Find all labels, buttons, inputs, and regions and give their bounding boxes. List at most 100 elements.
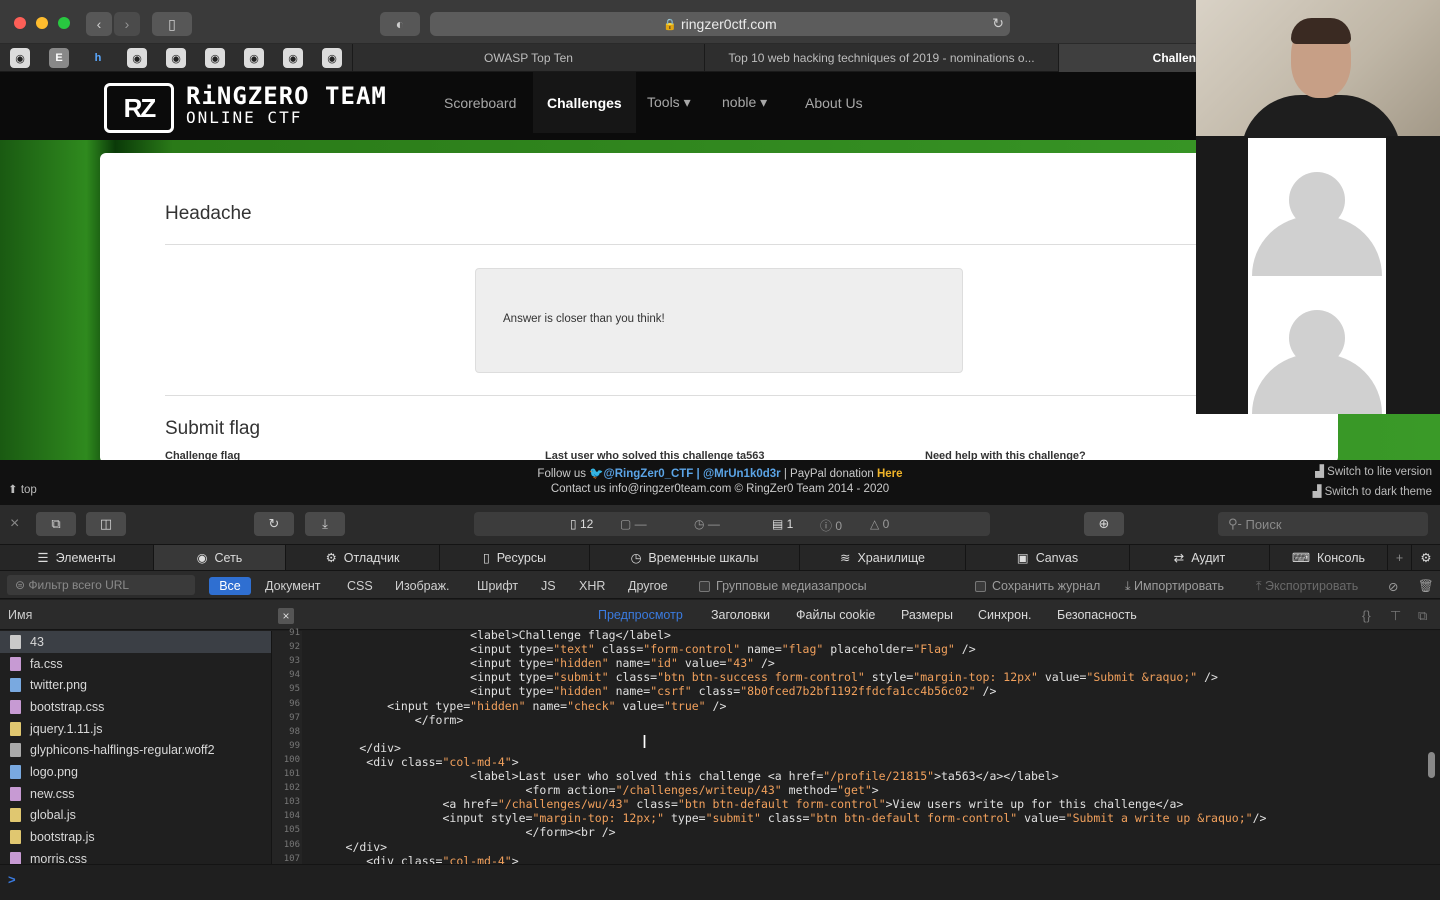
image-file-icon — [10, 678, 21, 693]
request-row[interactable]: 43 — [0, 631, 271, 653]
request-row[interactable]: bootstrap.css — [0, 696, 271, 718]
e-icon[interactable]: E — [49, 48, 69, 68]
braces-icon[interactable]: {} — [1362, 608, 1371, 623]
tab-preview[interactable]: Предпросмотр — [598, 608, 683, 622]
tab-headers[interactable]: Заголовки — [711, 608, 770, 622]
filter-xhr[interactable]: XHR — [573, 577, 611, 595]
tab-audit[interactable]: ⇄ Аудит — [1130, 545, 1270, 570]
split-button[interactable]: ◫ — [86, 512, 126, 536]
preview-scrollbar[interactable] — [1428, 752, 1435, 778]
code-text: <div class="col-md-4"> — [304, 853, 519, 864]
reload-page-button[interactable]: ↻ — [254, 512, 294, 536]
tab-debugger[interactable]: ⚙ Отладчик — [286, 545, 440, 570]
tab-challenges[interactable]: Challen — [1058, 44, 1196, 72]
tab-security[interactable]: Безопасность — [1057, 608, 1137, 622]
request-row[interactable]: fa.css — [0, 653, 271, 675]
crosshair-icon: ⊕ — [1098, 516, 1110, 531]
nav-user[interactable]: noble ▾ — [708, 72, 781, 133]
keep-log-checkbox[interactable]: Сохранить журнал — [975, 577, 1100, 595]
code-text: <input type="text" class="form-control" … — [304, 642, 976, 657]
console-input[interactable] — [0, 864, 1440, 900]
filter-all[interactable]: Все — [209, 577, 251, 595]
download-button[interactable]: ⤓ — [305, 512, 345, 536]
chevron-left-icon: ‹ — [96, 16, 102, 32]
tab-timelines[interactable]: ◷ Временные шкалы — [590, 545, 800, 570]
nav-scoreboard[interactable]: Scoreboard — [430, 72, 530, 133]
code-line: 96 <input type="hidden" name="check" val… — [272, 699, 1428, 713]
lite-version-link[interactable]: ▟ Switch to lite version — [1315, 464, 1432, 478]
request-row[interactable]: morris.css — [0, 848, 271, 864]
tab-timing[interactable]: Синхрон. — [978, 608, 1031, 622]
dark-theme-link[interactable]: ▟ Switch to dark theme — [1313, 484, 1432, 498]
request-row[interactable]: glyphicons-halflings-regular.woff2 — [0, 739, 271, 761]
address-bar[interactable]: 🔒 ringzer0ctf.com ↻ — [430, 12, 1010, 36]
filter-js[interactable]: JS — [535, 577, 562, 595]
sidebar-toggle-button[interactable]: ▯ — [152, 12, 192, 36]
minimize-window-button[interactable] — [36, 17, 48, 29]
filter-css[interactable]: CSS — [341, 577, 379, 595]
tab-sizes[interactable]: Размеры — [901, 608, 953, 622]
github-icon[interactable]: ◉ — [244, 48, 264, 68]
tab-web-hacking[interactable]: Top 10 web hacking techniques of 2019 - … — [704, 44, 1058, 72]
tab-console[interactable]: ⌨ Консоль — [1270, 545, 1388, 570]
twitter-link-ringzer0[interactable]: @RingZer0_CTF — [604, 468, 694, 480]
request-row[interactable]: bootstrap.js — [0, 826, 271, 848]
url-filter-input[interactable]: ⊜ Фильтр всего URL — [7, 575, 195, 595]
tab-cookies[interactable]: Файлы cookie — [796, 608, 875, 622]
add-tab-icon[interactable]: + — [1388, 545, 1412, 570]
dark-theme-label: Switch to dark theme — [1324, 486, 1432, 498]
dock-button[interactable]: ⧉ — [36, 512, 76, 536]
tab-resources[interactable]: ▯ Ресурсы — [440, 545, 590, 570]
filter-images[interactable]: Изображ. — [389, 577, 455, 595]
tab-elements[interactable]: ☰ Элементы — [0, 545, 154, 570]
settings-icon[interactable]: ⚙ — [1412, 545, 1440, 570]
target-button[interactable]: ⊕ — [1084, 512, 1124, 536]
filter-other[interactable]: Другое — [622, 577, 674, 595]
close-window-button[interactable] — [14, 17, 26, 29]
request-row[interactable]: jquery.1.11.js — [0, 718, 271, 740]
close-devtools-icon[interactable]: × — [10, 515, 19, 533]
github-icon[interactable]: ◉ — [283, 48, 303, 68]
group-media-checkbox[interactable]: Групповые медиазапросы — [699, 577, 867, 595]
github-icon[interactable]: ◉ — [322, 48, 342, 68]
h-icon[interactable]: h — [88, 48, 108, 68]
tab-network[interactable]: ◉ Сеть — [154, 545, 286, 570]
nav-about[interactable]: About Us — [791, 72, 877, 133]
back-button[interactable]: ‹ — [86, 12, 112, 36]
zoom-window-button[interactable] — [58, 17, 70, 29]
request-row[interactable]: logo.png — [0, 761, 271, 783]
request-row[interactable]: global.js — [0, 805, 271, 827]
forward-button[interactable]: › — [114, 12, 140, 36]
text-icon[interactable]: ⊤ — [1390, 608, 1401, 624]
import-button[interactable]: ⤓ Импортировать — [1125, 577, 1224, 595]
github-icon[interactable]: ◉ — [10, 48, 30, 68]
trash-icon[interactable]: 🗑 — [1418, 577, 1434, 595]
github-icon[interactable]: ◉ — [205, 48, 225, 68]
close-detail-icon[interactable]: × — [278, 608, 294, 624]
tab-owasp[interactable]: OWASP Top Ten — [352, 44, 704, 72]
name-column-header[interactable]: Имя — [0, 600, 272, 630]
site-logo[interactable]: RZ — [104, 83, 174, 133]
request-name: fa.css — [30, 656, 63, 671]
reload-icon[interactable]: ↻ — [992, 15, 1004, 32]
tab-storage[interactable]: ≋ Хранилище — [800, 545, 966, 570]
twitter-link-author[interactable]: @MrUn1k0d3r — [703, 468, 781, 480]
github-icon[interactable]: ◉ — [166, 48, 186, 68]
copy-icon[interactable]: ⧉ — [1418, 608, 1427, 624]
nav-challenges[interactable]: Challenges — [533, 72, 636, 133]
code-text: </div> — [304, 839, 388, 854]
export-button[interactable]: ⤒ Экспортировать — [1256, 577, 1358, 595]
nav-tools[interactable]: Tools ▾ — [633, 72, 705, 133]
request-row[interactable]: new.css — [0, 783, 271, 805]
github-icon[interactable]: ◉ — [127, 48, 147, 68]
request-name: 43 — [30, 634, 44, 649]
paypal-label: | PayPal donation — [780, 468, 877, 480]
privacy-button[interactable]: ◐ — [380, 12, 420, 36]
devtools-search[interactable]: ⚲- Поиск — [1218, 512, 1428, 536]
clear-network-icon[interactable]: ⊘ — [1388, 577, 1398, 595]
filter-document[interactable]: Документ — [259, 577, 326, 595]
filter-fonts[interactable]: Шрифт — [471, 577, 524, 595]
request-row[interactable]: twitter.png — [0, 674, 271, 696]
tab-canvas[interactable]: ▣ Canvas — [966, 545, 1130, 570]
paypal-link[interactable]: Here — [877, 468, 903, 480]
